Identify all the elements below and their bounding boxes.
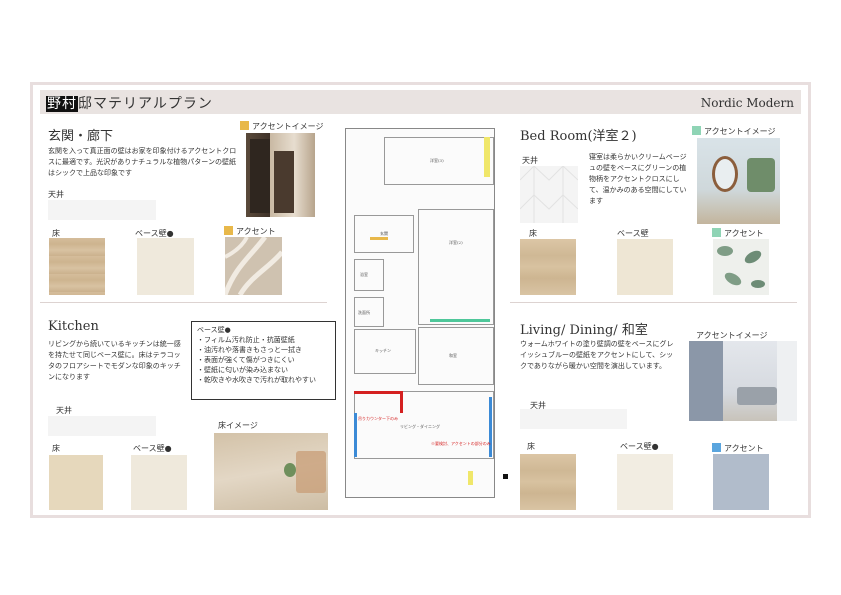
title-text: 邸マテリアルプラン (78, 96, 213, 112)
living-accent-photo (689, 341, 797, 421)
divider (40, 302, 327, 303)
entrance-accent-photo (246, 133, 315, 217)
kitchen-floor-photo (214, 433, 328, 510)
entrance-description: 玄関を入って真正面の壁はお家を印象付けるアクセントクロスに最適です。光沢がありナ… (48, 147, 237, 177)
label: アクセントイメージ (704, 127, 776, 136)
living-title: Living/ Dining/ 和室 (520, 323, 648, 338)
leaf-pattern-icon (225, 237, 282, 295)
plan-room-label: 洋室(3) (430, 158, 444, 163)
bedroom-basewall-swatch (617, 239, 673, 295)
label: アクセント (724, 229, 764, 238)
geometric-pattern-icon (519, 165, 579, 223)
kitchen-ceiling-label: 天井 (56, 406, 72, 415)
kitchen-callout: ベース壁● ・フィルム汚れ防止・抗菌壁紙 ・油汚れや落書きもさっと一拭き ・表面… (191, 321, 336, 400)
plan-room-label: 洗面所 (358, 310, 370, 315)
living-description: ウォームホワイトの塗り壁調の壁をベースにグレイッシュブルーの壁紙をアクセントにし… (520, 340, 674, 370)
living-accent-swatch (713, 454, 769, 510)
plan-accent-yellow (484, 137, 490, 177)
kitchen-floor-label: 床 (52, 444, 60, 453)
masked-name: 野村 (46, 96, 78, 112)
callout-item: ・壁紙に匂いが染み込まない (197, 366, 288, 374)
plan-room-label: 浴室 (360, 272, 368, 277)
bedroom-title: Bed Room(洋室２) (520, 129, 637, 144)
living-ceiling-swatch (520, 409, 627, 429)
kitchen-floor-swatch (49, 455, 103, 510)
bedroom-accent-photo (697, 138, 780, 224)
plan-room-label: 和室 (449, 353, 457, 358)
plan-note: ※要検討、アクセントの部分のみ (431, 441, 491, 446)
entrance-floor-swatch (49, 238, 105, 295)
floor-plan: 洋室(3) 洋室(2) 和室 キッチン 浴室 洗面所 リビング・ダイニング 玄関… (345, 128, 508, 498)
bedroom-description: 寝室は柔らかいクリームベージュの壁をベースにグリーンの植物柄をアクセントクロスに… (589, 153, 687, 205)
plan-room: 浴室 (354, 259, 384, 291)
bedroom-accent-label: アクセント (712, 228, 764, 239)
plan-room: 洋室(3) (384, 137, 494, 185)
plan-room-label: 洋室(2) (449, 240, 463, 245)
callout-item: ・乾吹きや水吹きで汚れが取れやすい (197, 376, 316, 384)
page-title: 野村邸マテリアルプラン (46, 93, 213, 113)
living-accent-label: アクセント (712, 443, 764, 454)
square-icon (240, 121, 249, 130)
kitchen-floor-image-label: 床イメージ (218, 421, 258, 430)
entrance-ceiling-swatch (48, 200, 156, 220)
plan-room-label: キッチン (375, 348, 391, 353)
label: アクセント (236, 227, 276, 236)
bedroom-accent-swatch (713, 239, 769, 295)
entrance-accent-image-label: アクセントイメージ (240, 121, 323, 132)
bedroom-ceiling-swatch (519, 165, 579, 223)
kitchen-ceiling-swatch (48, 416, 156, 436)
bedroom-basewall-label: ベース壁 (617, 229, 649, 238)
entrance-ceiling-label: 天井 (48, 190, 64, 199)
bedroom-accent-image-label: アクセントイメージ (692, 126, 775, 137)
plan-accent-green (430, 319, 490, 322)
square-icon (712, 443, 721, 452)
entrance-basewall-swatch (137, 238, 194, 295)
square-icon (712, 228, 721, 237)
plan-room: 玄関 (354, 215, 414, 253)
divider (510, 302, 797, 303)
square-icon (224, 226, 233, 235)
kitchen-basewall-label: ベース壁● (133, 444, 172, 453)
living-floor-swatch (520, 454, 576, 510)
plan-note: 吊りカウンター下のみ (358, 416, 398, 421)
living-accent-image-label: アクセントイメージ (696, 331, 768, 340)
plan-accent-blue-right (489, 397, 492, 457)
plan-accent-red (354, 391, 402, 394)
entrance-title: 玄関・廊下 (48, 129, 114, 144)
entrance-accent-swatch (225, 237, 282, 295)
style-name: Nordic Modern (700, 96, 794, 110)
entrance-accent-label: アクセント (224, 226, 276, 237)
living-floor-label: 床 (527, 442, 535, 451)
leaf-pattern-icon (717, 246, 765, 288)
kitchen-basewall-swatch (131, 455, 187, 510)
plan-accent-yellow-bottom (468, 471, 473, 485)
plan-room: 洋室(2) (418, 209, 494, 325)
plan-room: キッチン (354, 329, 416, 374)
plan-room: リビング・ダイニング (354, 391, 494, 459)
living-basewall-swatch (617, 454, 673, 510)
plan-accent-blue-left (354, 413, 357, 457)
label: アクセントイメージ (252, 122, 324, 131)
plan-accent-orange (370, 237, 388, 240)
square-icon (692, 126, 701, 135)
kitchen-description: リビングから続いているキッチンは統一感を持たせて同じベース壁に。床はテラコッタの… (48, 340, 181, 381)
plan-marker (503, 474, 508, 479)
plan-room: 洗面所 (354, 297, 384, 327)
bedroom-ceiling-label: 天井 (522, 156, 538, 165)
kitchen-title: Kitchen (48, 319, 99, 334)
living-basewall-label: ベース壁● (620, 442, 659, 451)
plan-accent-red-vertical (400, 391, 403, 413)
callout-title: ベース壁● (197, 326, 231, 334)
callout-item: ・フィルム汚れ防止・抗菌壁紙 (197, 336, 295, 344)
callout-item: ・表面が強くて傷がつきにくい (197, 356, 295, 364)
label: アクセント (724, 444, 764, 453)
callout-item: ・油汚れや落書きもさっと一拭き (197, 346, 302, 354)
bedroom-floor-swatch (520, 239, 576, 295)
plan-room: 和室 (418, 327, 494, 385)
bedroom-floor-label: 床 (529, 229, 537, 238)
plan-room-label: リビング・ダイニング (400, 424, 440, 429)
